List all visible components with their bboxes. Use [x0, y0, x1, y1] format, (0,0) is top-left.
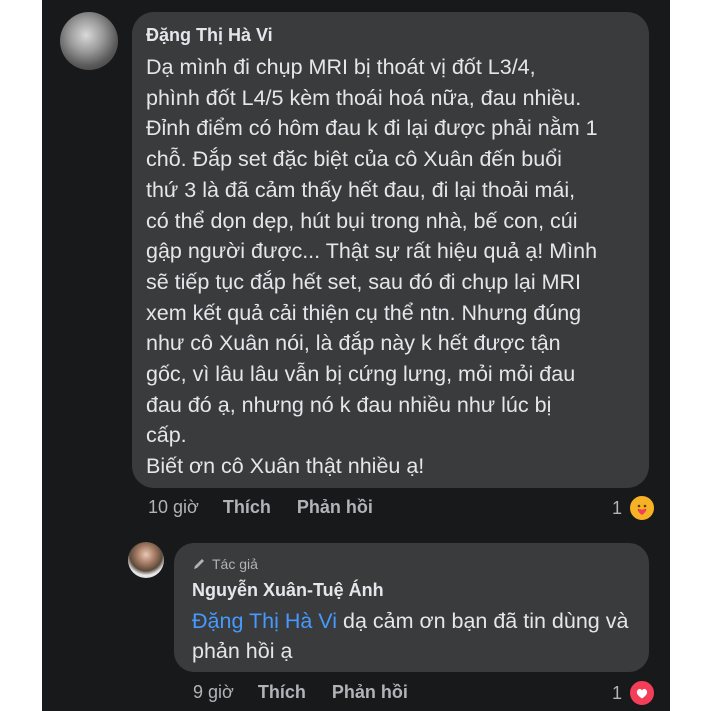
comment-author-name[interactable]: Đặng Thị Hà Vi: [146, 25, 273, 46]
reaction-count: 1: [612, 497, 623, 518]
author-avatar[interactable]: [128, 542, 164, 578]
reply-text: Đặng Thị Hà Vi dạ cảm ơn bạn đã tin dùng…: [192, 606, 642, 666]
pen-icon: [192, 557, 206, 571]
reply-actions: 9 giờ Thích Phản hồi: [193, 682, 434, 703]
comment-time[interactable]: 10 giờ: [148, 497, 199, 518]
reply-like-button[interactable]: Thích: [258, 682, 306, 703]
reply-reply-button[interactable]: Phản hồi: [332, 682, 408, 703]
author-badge: Tác giả: [192, 556, 258, 572]
comment-actions: 10 giờ Thích Phản hồi: [148, 497, 399, 518]
comment-reactions[interactable]: 1: [612, 494, 657, 522]
author-badge-label: Tác giả: [212, 556, 258, 572]
comment-text: Dạ mình đi chụp MRI bị thoát vị đốt L3/4…: [146, 55, 598, 479]
love-heart-icon: [628, 679, 657, 707]
commenter-avatar[interactable]: [60, 12, 118, 70]
reply-reactions[interactable]: 1: [612, 679, 657, 707]
reply-time[interactable]: 9 giờ: [193, 682, 234, 703]
like-button[interactable]: Thích: [223, 497, 271, 518]
reply-author-name[interactable]: Nguyễn Xuân-Tuệ Ánh: [192, 580, 384, 601]
reply-reaction-count: 1: [612, 682, 623, 703]
care-emoji-icon: [628, 494, 657, 522]
mention-link[interactable]: Đặng Thị Hà Vi: [192, 609, 337, 633]
reply-button[interactable]: Phản hồi: [297, 497, 373, 518]
comments-screen: Đặng Thị Hà Vi Dạ mình đi chụp MRI bị th…: [42, 0, 670, 711]
